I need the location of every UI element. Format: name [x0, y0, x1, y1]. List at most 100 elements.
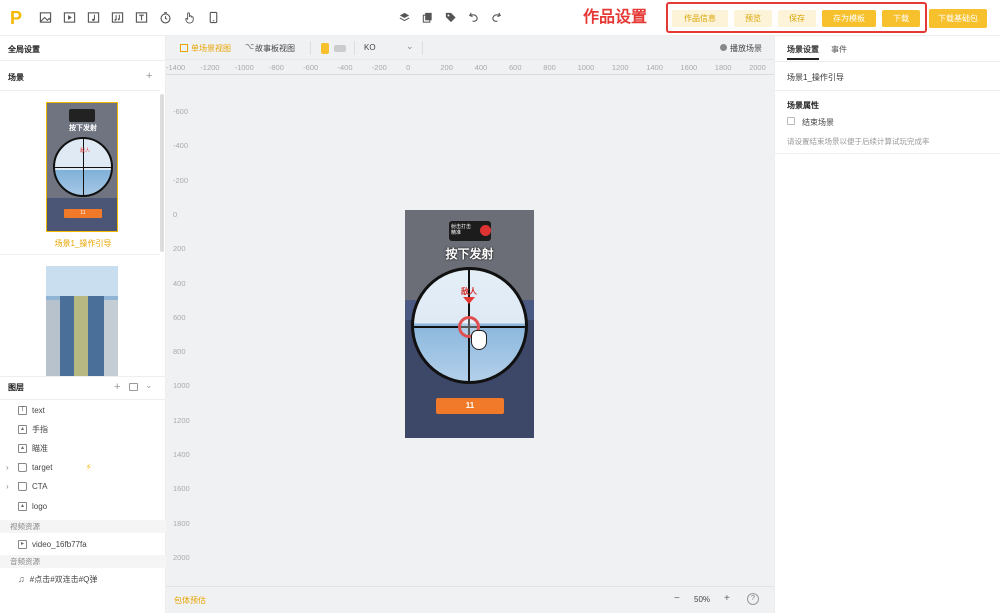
enemy-marker-icon	[463, 297, 475, 304]
ruler-tick-label: 1800	[173, 518, 190, 528]
redo-icon[interactable]	[490, 11, 503, 24]
undo-icon[interactable]	[467, 11, 480, 24]
scene-name: 场景1_操作引导	[787, 73, 844, 82]
single-view-icon	[180, 44, 188, 52]
download-base-button[interactable]: 下载基础包	[929, 9, 987, 28]
folder-icon[interactable]	[129, 383, 138, 391]
ruler-tick-label: 1800	[714, 63, 732, 72]
music-note-icon: ♫	[18, 574, 25, 584]
chevron-down-icon[interactable]: ⌄	[406, 41, 414, 52]
tab-events[interactable]: 事件	[831, 44, 847, 55]
layer-item[interactable]: ▴ 手指	[18, 422, 48, 436]
add-layer-icon[interactable]: +	[114, 382, 120, 393]
top-toolbar: P 作品设置 作品信息 预览 保存 存为模板 下载 下载基础包	[0, 0, 1000, 36]
video-resources-heading: 视频资源	[0, 520, 166, 533]
layer-item[interactable]: ▴ logo	[18, 499, 47, 513]
game-logo-emblem	[480, 225, 491, 236]
audio-icon[interactable]	[110, 10, 125, 25]
ruler-tick-label: 1600	[173, 484, 190, 494]
enemy-label: 敌人	[461, 287, 477, 296]
ruler-tick-label: -200	[371, 63, 387, 72]
audio-resources-heading: 音频资源	[0, 555, 166, 568]
image-icon: ▴	[18, 424, 27, 434]
ruler-tick-label: 1200	[611, 63, 629, 72]
phone-preview[interactable]: 射击打击 精准 按下发射 敌人 11	[405, 210, 534, 438]
layer-item[interactable]: ▴ 瞄准	[18, 441, 48, 455]
layers-icon[interactable]	[398, 11, 411, 24]
preview-button[interactable]: 预览	[734, 10, 772, 27]
download-button[interactable]: 下载	[882, 10, 920, 27]
enemy-label: 敌人	[79, 148, 90, 154]
audio-file-name: #点击#双连击#Q弹	[29, 574, 98, 584]
language-select[interactable]: KO	[364, 43, 376, 52]
right-panel: 场景设置 事件 场景1_操作引导 场景属性 结束场景 请设置结束场景以便于后续计…	[774, 36, 1000, 613]
ruler-tick-label: 400	[173, 278, 186, 288]
expand-arrow-icon[interactable]: ›	[6, 463, 9, 472]
layer-name: 手指	[32, 424, 48, 434]
divider	[0, 60, 166, 61]
hand-pointer-icon[interactable]	[182, 10, 197, 25]
ruler-tick-label: 0	[173, 209, 178, 219]
work-settings-title: 作品设置	[583, 9, 648, 26]
layer-item[interactable]: target ⚡	[18, 460, 92, 474]
layer-name: target	[32, 462, 53, 472]
cta-button[interactable]: 11	[436, 398, 504, 414]
end-scene-label: 结束场景	[802, 118, 834, 127]
ruler-tick-label: -600	[173, 107, 189, 116]
zoom-in-button[interactable]: +	[724, 593, 730, 604]
play-scene-button[interactable]: 播放场景	[730, 43, 762, 54]
single-scene-view-tab[interactable]: 单场景视图	[191, 43, 231, 54]
add-scene-icon[interactable]: +	[146, 71, 152, 82]
ruler-tick-label: 2000	[173, 552, 190, 562]
tab-scene-settings[interactable]: 场景设置	[787, 44, 819, 55]
active-tab-indicator	[787, 58, 819, 60]
scene-properties-heading: 场景属性	[787, 101, 819, 110]
text-icon: T	[18, 405, 27, 415]
ruler-tick-label: 800	[543, 63, 556, 72]
scene-1-label[interactable]: 场景1_操作引导	[0, 238, 166, 249]
layer-item[interactable]: Ttext	[18, 403, 45, 417]
zoom-out-button[interactable]: −	[674, 593, 680, 604]
video-file-name: video_16fb77fa	[32, 539, 87, 549]
image-icon: ▴	[18, 501, 27, 511]
copy-icon[interactable]	[421, 11, 434, 24]
timer-icon[interactable]	[158, 10, 173, 25]
scene-thumbnail-1[interactable]: 按下发射 敌人 11	[46, 102, 118, 232]
package-estimate-link[interactable]: 包体预估	[174, 595, 206, 606]
phone-icon[interactable]	[206, 10, 221, 25]
portrait-toggle[interactable]	[321, 43, 329, 54]
save-button[interactable]: 保存	[778, 10, 816, 27]
video-resource-item[interactable]: ▸ video_16fb77fa	[18, 537, 87, 551]
storyboard-view-tab[interactable]: 故事板视图	[255, 43, 295, 54]
ruler-tick-label: 400	[474, 63, 488, 72]
image-icon: ▴	[18, 443, 27, 453]
ruler-tick-label: 200	[440, 63, 453, 72]
text-icon[interactable]	[134, 10, 149, 25]
video-icon: ▸	[18, 539, 27, 549]
end-scene-checkbox[interactable]	[787, 117, 795, 125]
music-note-icon[interactable]	[86, 10, 101, 25]
ruler-tick-label: -400	[337, 63, 353, 72]
help-icon[interactable]: ?	[747, 593, 759, 605]
tag-icon[interactable]	[444, 11, 457, 24]
layer-item[interactable]: CTA	[18, 479, 47, 493]
thumb-title: 按下发射	[69, 125, 97, 132]
expand-arrow-icon[interactable]: ›	[6, 482, 9, 491]
phone-title: 按下发射	[445, 247, 494, 261]
ruler-tick-label: -1000	[234, 63, 254, 72]
image-icon[interactable]	[38, 10, 53, 25]
save-template-button[interactable]: 存为模板	[822, 10, 876, 27]
scene-thumbnail-2[interactable]	[46, 266, 118, 376]
scene-list-scrollbar[interactable]	[160, 94, 164, 252]
layer-name: 瞄准	[32, 443, 48, 453]
work-info-button[interactable]: 作品信息	[672, 10, 728, 27]
scenes-heading: 场景	[8, 73, 24, 82]
audio-resource-item[interactable]: ♫ #点击#双连击#Q弹	[18, 572, 97, 586]
video-icon[interactable]	[62, 10, 77, 25]
ruler-tick-label: -600	[303, 63, 319, 72]
canvas-toolbar: 单场景视图 ⌥ 故事板视图 KO ⌄ 播放场景	[166, 36, 774, 60]
game-logo-badge	[69, 109, 95, 122]
chevron-down-icon[interactable]: ⌄	[145, 380, 153, 391]
landscape-toggle[interactable]	[334, 45, 346, 52]
global-settings-link[interactable]: 全局设置	[8, 44, 40, 55]
